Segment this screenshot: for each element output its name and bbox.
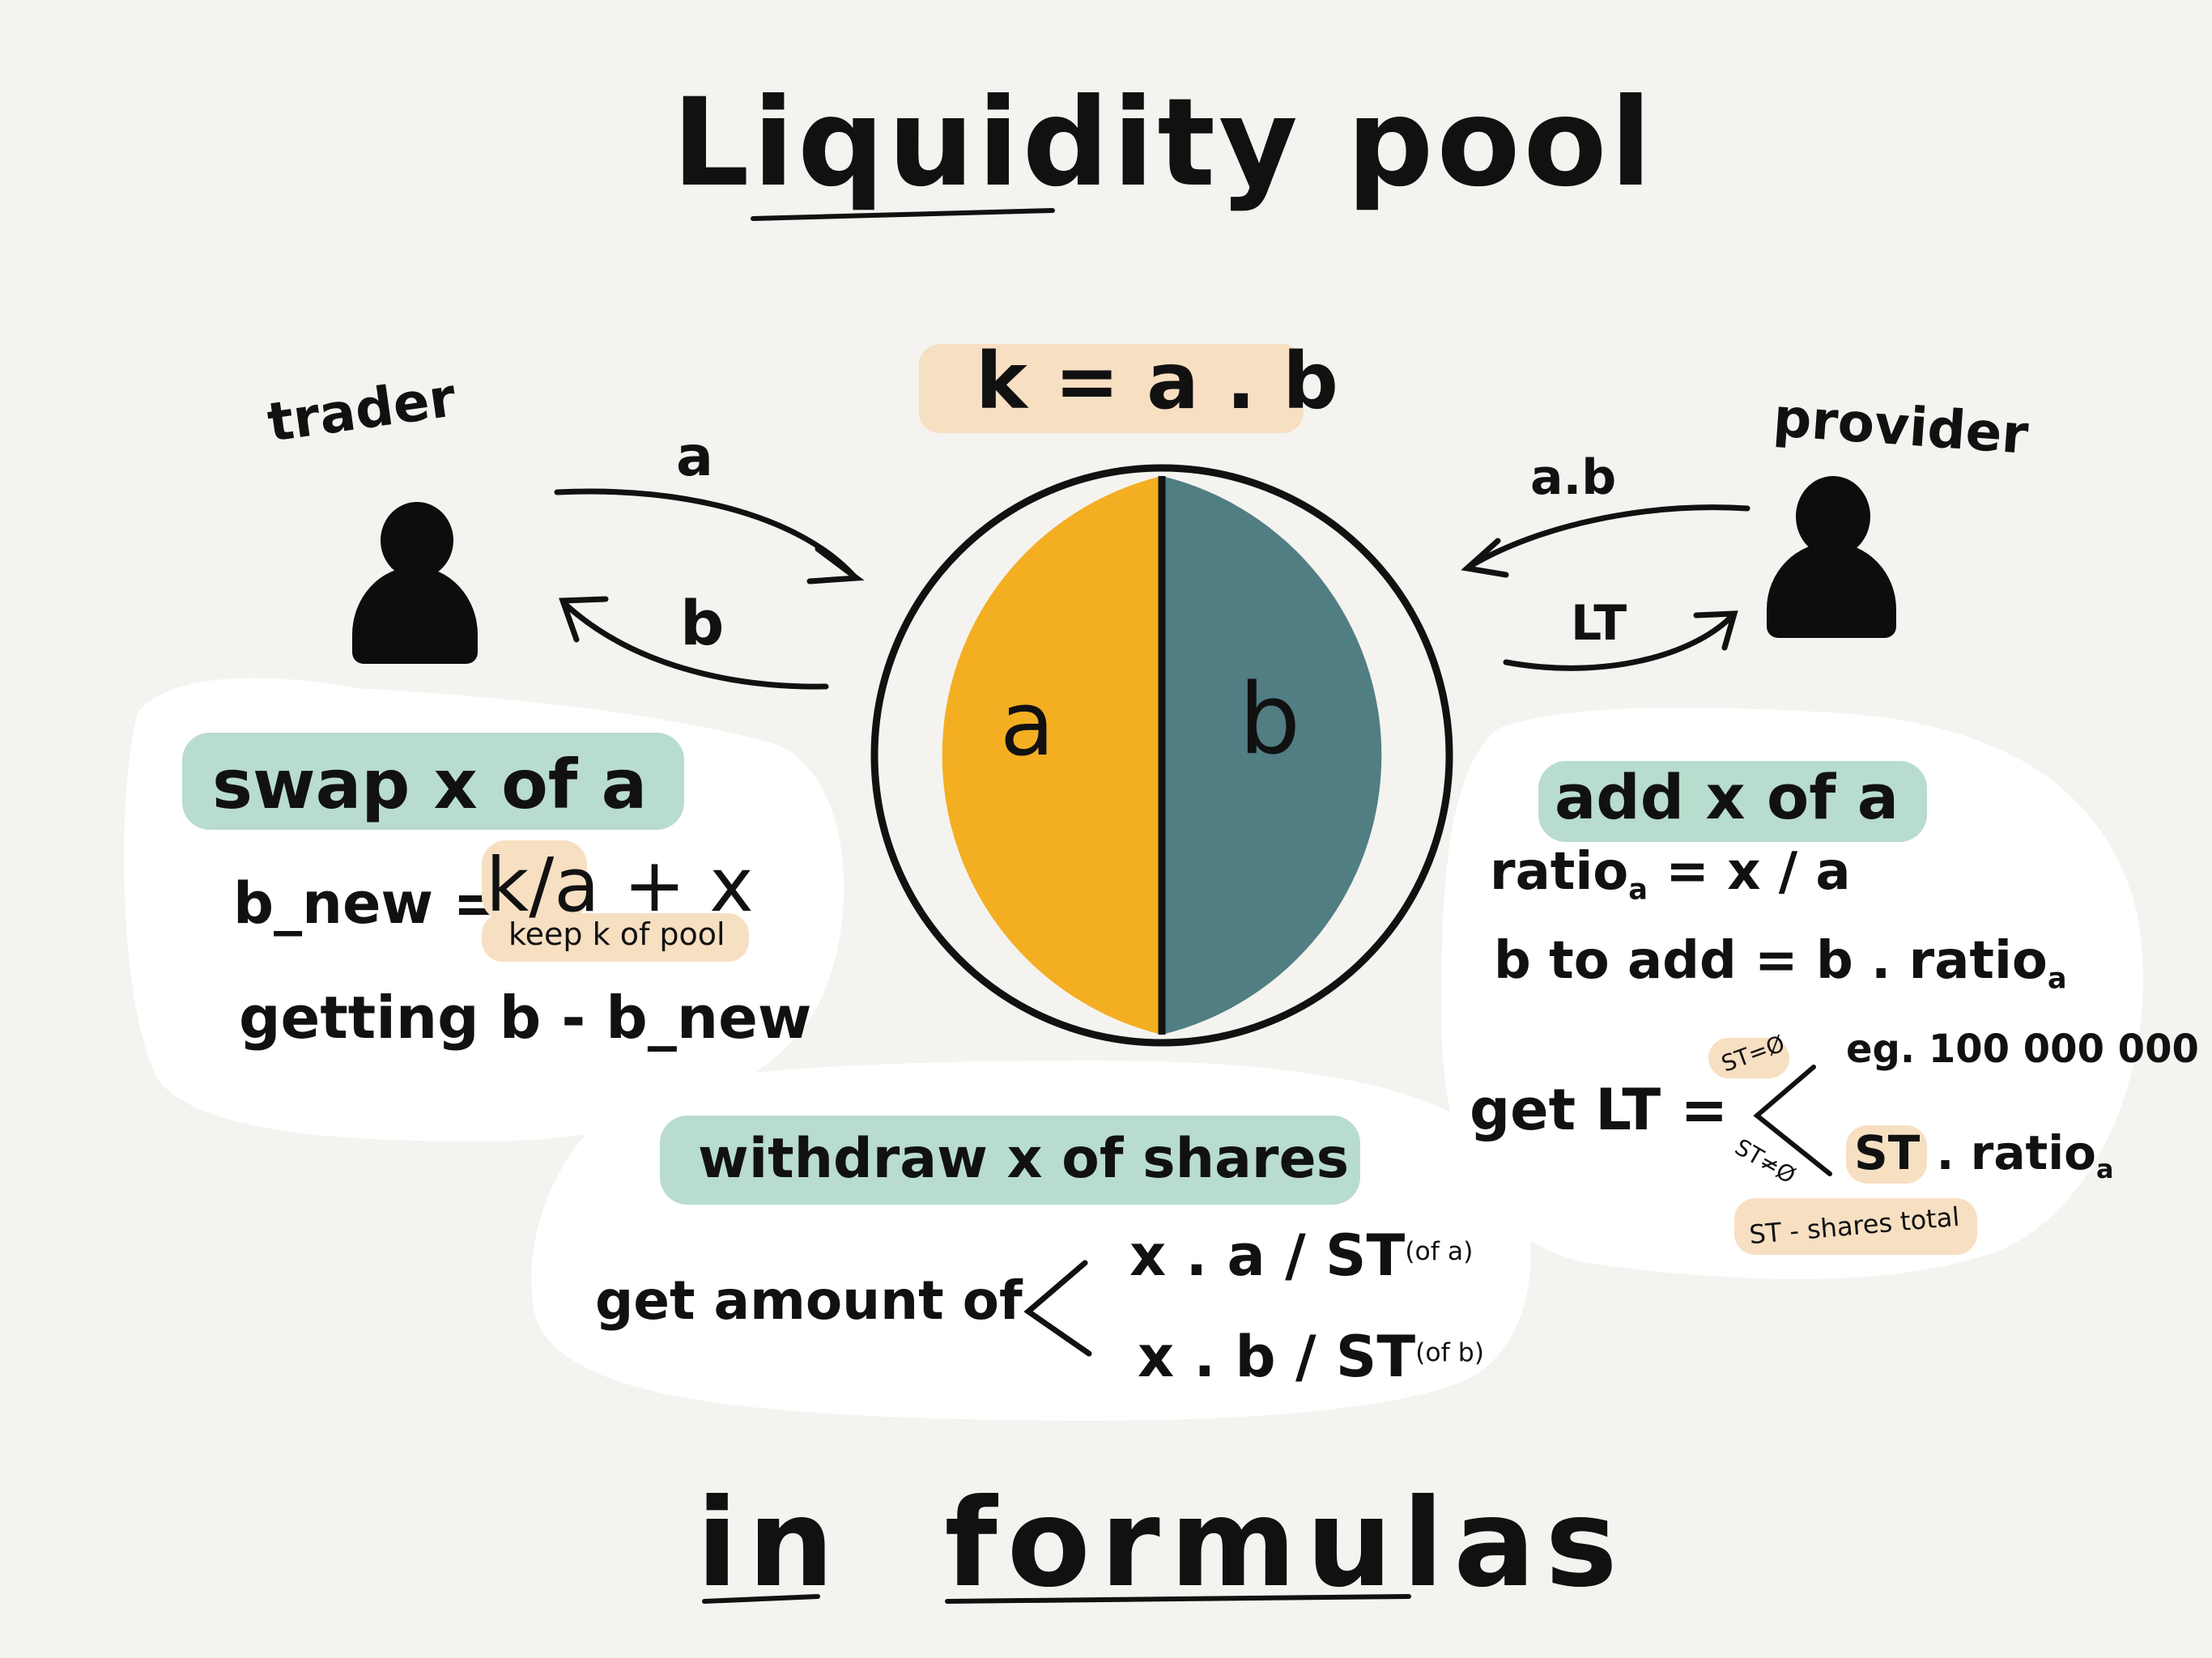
add-ratio-word: ratio: [1490, 842, 1629, 902]
swap-line1-left: b_new =: [233, 870, 501, 937]
withdraw-case2-note: (of b): [1415, 1338, 1485, 1368]
trader-arrow-b-label: b: [680, 587, 725, 659]
add-case2-line: ST . ratioa: [1854, 1125, 2114, 1184]
add-b-to-add-sub: a: [2047, 962, 2067, 996]
add-ratio-line: ratioa = x / a: [1490, 842, 1851, 906]
swap-line1-expr: k/a + x: [486, 842, 754, 929]
add-ratio-rhs: = x / a: [1665, 842, 1851, 902]
add-case2-rest: . ratio: [1936, 1125, 2096, 1180]
withdraw-case1-note: (of a): [1405, 1237, 1474, 1267]
provider-arrow-ab: [1461, 504, 1750, 578]
withdraw-case2-line: x . b / ST(of b): [1138, 1324, 1484, 1390]
pool-label-b: b: [1239, 664, 1301, 776]
withdraw-case1: x . a / ST: [1129, 1222, 1406, 1289]
withdraw-lead: get amount of: [595, 1269, 1023, 1332]
add-b-to-add: b to add = b . ratio: [1494, 931, 2048, 991]
withdraw-heading: withdraw x of shares: [698, 1127, 1350, 1191]
trader-icon: [348, 502, 486, 664]
add-ratio-sub: a: [1628, 873, 1648, 907]
provider-arrow-lt-label: LT: [1571, 595, 1627, 652]
trader-arrow-a: [554, 488, 865, 585]
trader-arrow-a-label: a: [676, 425, 713, 489]
add-case2-st: ST: [1854, 1125, 1921, 1180]
pool-label-a: a: [1000, 672, 1055, 776]
add-get-lt: get LT =: [1470, 1077, 1729, 1143]
provider-arrow-ab-label: a.b: [1530, 449, 1617, 506]
add-case2-sub: a: [2095, 1154, 2114, 1185]
swap-heading: swap x of a: [212, 745, 648, 824]
formula-k: k = a . b: [976, 336, 1338, 427]
page-title: Liquidity pool: [672, 73, 1655, 214]
swap-line2: getting b - b_new: [239, 984, 812, 1052]
swap-note: keep k of pool: [508, 916, 725, 952]
provider-icon: [1765, 476, 1903, 638]
add-case1-value: eg. 100 000 000: [1846, 1027, 2199, 1072]
withdraw-case1-line: x . a / ST(of a): [1129, 1222, 1473, 1289]
pool-circle: [870, 464, 1453, 1047]
add-b-to-add-line: b to add = b . ratioa: [1494, 931, 2067, 995]
footer-title: in formulas: [696, 1473, 1627, 1614]
withdraw-case2: x . b / ST: [1138, 1324, 1416, 1390]
add-heading: add x of a: [1555, 761, 1899, 833]
